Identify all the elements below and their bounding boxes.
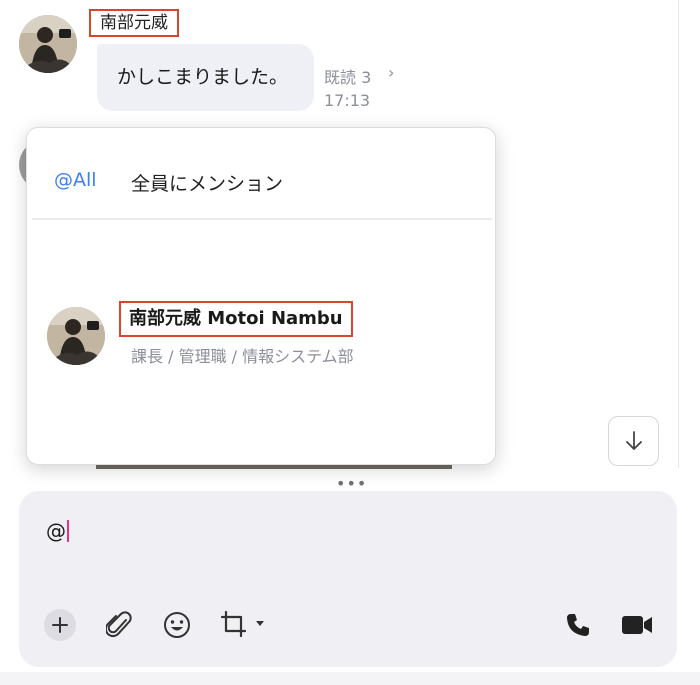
arrow-down-icon [625,431,642,450]
crop-icon [220,610,264,638]
member-title: 課長 / 管理職 / 情報システム部 [131,347,354,366]
plus-button[interactable] [44,609,76,641]
attach-button[interactable] [104,609,136,641]
read-receipt[interactable]: 既読 3 [324,64,371,88]
chevron-right-icon[interactable]: › [388,63,394,82]
member-avatar [47,307,105,365]
paperclip-icon [106,611,132,638]
divider [32,218,492,220]
mention-all-option[interactable]: @All 全員にメンション [27,128,495,218]
avatar-photo [47,307,105,365]
mention-all-tag: @All [54,169,97,191]
video-call-button[interactable] [619,609,655,641]
message-bubble[interactable]: かしこまりました。 [97,44,314,111]
chevron-down-icon [256,621,264,626]
text-caret [67,520,69,542]
message-composer[interactable]: @ [19,491,677,667]
window-bottom-edge [0,672,700,685]
crop-button[interactable] [218,609,268,641]
mention-member-option[interactable]: 南部元威 Motoi Nambu 課長 / 管理職 / 情報システム部 [27,288,495,378]
mention-suggestion-popup: @All 全員にメンション 南部元威 Motoi Nambu 課長 / 管理職 … [26,127,496,465]
sender-name[interactable]: 南部元威 [89,9,179,37]
scroll-to-bottom-button[interactable] [608,416,659,466]
chat-right-divider [678,0,679,468]
phone-icon [567,614,589,636]
smiley-icon [164,612,190,638]
message-input-text: @ [46,519,66,543]
avatar-photo [19,15,77,73]
plus-icon [52,617,68,633]
video-camera-icon [622,616,652,634]
member-name: 南部元威 Motoi Nambu [119,301,353,337]
message-input[interactable]: @ [46,519,69,543]
call-button[interactable] [561,609,595,641]
message-timestamp: 17:13 [324,91,371,110]
emoji-button[interactable] [161,609,193,641]
avatar[interactable] [19,15,77,73]
mention-all-label: 全員にメンション [131,173,284,195]
